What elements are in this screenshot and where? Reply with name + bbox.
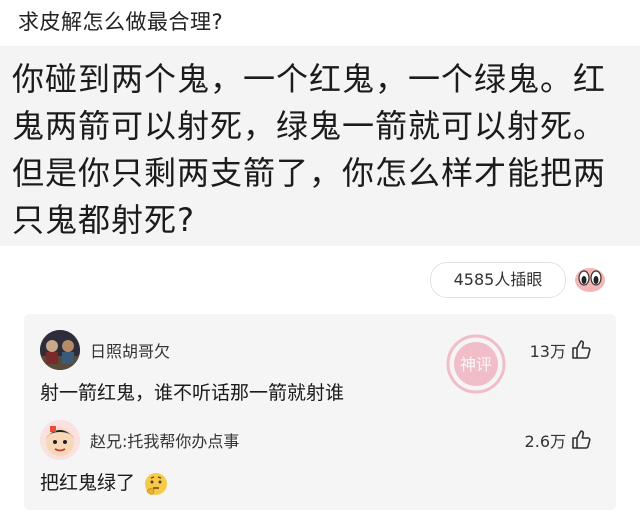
like-button[interactable]: 2.6万 xyxy=(525,428,592,452)
badge-label: 神评 xyxy=(460,355,492,374)
post-title: 求皮解怎么做最合理? xyxy=(18,10,224,34)
like-button[interactable]: 13万 xyxy=(530,338,592,362)
username[interactable]: 日照胡哥欠 xyxy=(90,338,170,362)
avatar[interactable] xyxy=(40,330,80,370)
comment-text-content: 把红鬼绿了 xyxy=(40,472,136,494)
watch-count-button[interactable]: 4585人插眼 xyxy=(430,262,566,298)
quote-box: 你碰到两个鬼，一个红鬼，一个绿鬼。红鬼两箭可以射死，绿鬼一箭就可以射死。但是你只… xyxy=(0,46,640,246)
thumbs-up-icon xyxy=(572,340,591,359)
comment-item: 日照胡哥欠 神评 13万 射一箭红鬼，谁不听话那一箭就射谁 xyxy=(24,314,616,410)
comment-text: 把红鬼绿了 xyxy=(40,468,169,497)
username[interactable]: 赵兄:托我帮你办点事 xyxy=(90,428,239,452)
avatar[interactable] xyxy=(40,420,80,460)
like-count: 2.6万 xyxy=(524,432,566,451)
eyes-emoji-icon[interactable] xyxy=(574,264,606,294)
reaction-bar: 4585人插眼 xyxy=(430,262,628,298)
quote-text: 你碰到两个鬼，一个红鬼，一个绿鬼。红鬼两箭可以射死，绿鬼一箭就可以射死。但是你只… xyxy=(12,60,607,239)
thinking-face-icon xyxy=(145,472,168,495)
like-count: 13万 xyxy=(529,342,566,361)
comment-text: 射一箭红鬼，谁不听话那一箭就射谁 xyxy=(40,382,345,404)
comment-list: 日照胡哥欠 神评 13万 射一箭红鬼，谁不听话那一箭就射谁 赵兄:托我帮你办点事… xyxy=(24,314,616,510)
comment-item: 赵兄:托我帮你办点事 2.6万 把红鬼绿了 xyxy=(24,410,616,506)
top-comment-badge: 神评 xyxy=(446,334,506,394)
thumbs-up-icon xyxy=(572,430,591,449)
